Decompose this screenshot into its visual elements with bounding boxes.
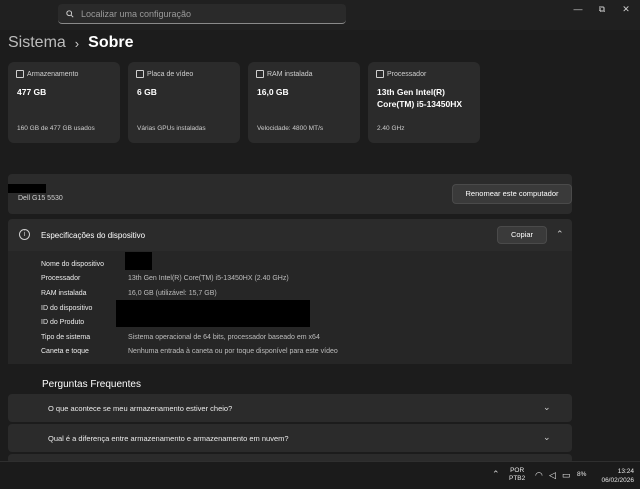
breadcrumb-sistema[interactable]: Sistema: [8, 34, 66, 52]
search-input[interactable]: Localizar uma configuração: [81, 9, 191, 19]
card-footer: 160 GB de 477 GB usados: [17, 125, 95, 132]
ram-icon: [256, 70, 264, 78]
specs-title: Especificações do dispositivo: [41, 231, 146, 240]
chevron-up-icon[interactable]: ⌃: [556, 229, 564, 240]
rename-computer-button[interactable]: Renomear este computador: [452, 184, 572, 204]
gpu-card[interactable]: Placa de vídeo 6 GB Várias GPUs instalad…: [128, 62, 240, 143]
faq-item[interactable]: Qual é a diferença entre armazenamento e…: [8, 424, 572, 452]
ram-card[interactable]: RAM instalada 16,0 GB Velocidade: 4800 M…: [248, 62, 360, 143]
device-name-panel: Dell G15 5530 Renomear este computador: [8, 174, 572, 214]
card-label: RAM instalada: [267, 71, 313, 78]
spec-key: Tipo de sistema: [41, 334, 91, 341]
spec-key: Caneta e toque: [41, 348, 89, 355]
keyboard-layout: PTB2: [509, 475, 526, 482]
chevron-down-icon[interactable]: ⌄: [543, 432, 551, 443]
card-value: 16,0 GB: [257, 87, 289, 97]
battery-icon[interactable]: ▭: [562, 470, 571, 481]
card-footer: 2.40 GHz: [377, 125, 405, 132]
cpu-card[interactable]: Processador 13th Gen Intel(R) Core(TM) i…: [368, 62, 480, 143]
device-specs-list: Nome do dispositivo Processador 13th Gen…: [8, 251, 572, 364]
copy-button[interactable]: Copiar: [497, 226, 547, 244]
card-footer: Várias GPUs instaladas: [137, 125, 206, 132]
card-value: 13th Gen Intel(R) Core(TM) i5-13450HX: [377, 87, 463, 109]
show-hidden-icons-icon[interactable]: ⌃: [492, 469, 500, 480]
wifi-icon[interactable]: ◠: [535, 470, 543, 481]
spec-value: 13th Gen Intel(R) Core(TM) i5-13450HX (2…: [128, 275, 289, 282]
gpu-icon: [136, 70, 144, 78]
breadcrumb-separator: ›: [74, 35, 80, 51]
spec-key: ID do dispositivo: [41, 305, 93, 312]
redacted-device-name: [8, 184, 46, 193]
card-label: Placa de vídeo: [147, 71, 194, 78]
redacted-device-name-value: [125, 252, 152, 270]
card-label: Armazenamento: [27, 71, 79, 78]
date: 06/02/2026: [601, 477, 634, 484]
cpu-icon: [376, 70, 384, 78]
storage-card[interactable]: Armazenamento 477 GB 160 GB de 477 GB us…: [8, 62, 120, 143]
faq-question: O que acontece se meu armazenamento esti…: [48, 404, 233, 413]
volume-icon[interactable]: ◁: [549, 470, 556, 481]
battery-percent: 8%: [577, 471, 587, 478]
language-indicator[interactable]: POR PTB2: [509, 467, 525, 483]
clock[interactable]: 13:24 06/02/2026: [596, 467, 634, 485]
spec-key: ID do Produto: [41, 319, 85, 326]
device-model: Dell G15 5530: [18, 195, 63, 202]
spec-value: Nenhuma entrada à caneta ou por toque di…: [128, 348, 338, 355]
card-label: Processador: [387, 71, 427, 78]
breadcrumb: Sistema › Sobre: [8, 34, 133, 52]
taskbar: ⌃ POR PTB2 ◠ ◁ ▭ 8% 13:24 06/02/2026: [0, 461, 640, 489]
close-button[interactable]: ✕: [612, 2, 640, 16]
language-code: POR: [510, 467, 525, 474]
card-value: 6 GB: [137, 87, 157, 97]
chevron-down-icon[interactable]: ⌄: [543, 402, 551, 413]
spec-key: Processador: [41, 275, 81, 282]
card-value: 477 GB: [17, 87, 47, 97]
spec-key: Nome do dispositivo: [41, 261, 105, 268]
faq-title: Perguntas Frequentes: [42, 379, 141, 390]
title-bar: Localizar uma configuração — ⧉ ✕: [0, 0, 640, 30]
search-box[interactable]: Localizar uma configuração: [58, 4, 346, 24]
card-footer: Velocidade: 4800 MT/s: [257, 125, 324, 132]
time: 13:24: [617, 468, 634, 475]
spec-key: RAM instalada: [41, 290, 87, 297]
spec-value: 16,0 GB (utilizável: 15,7 GB): [128, 290, 217, 297]
redacted-ids: [116, 300, 310, 327]
faq-item[interactable]: O que acontece se meu armazenamento esti…: [8, 394, 572, 422]
storage-icon: [16, 70, 24, 78]
faq-question: Qual é a diferença entre armazenamento e…: [48, 434, 289, 443]
page-title: Sobre: [88, 34, 134, 51]
search-icon: [66, 9, 74, 18]
device-specs-header[interactable]: i Especificações do dispositivo Copiar ⌃: [8, 219, 572, 251]
info-icon: i: [19, 229, 30, 240]
spec-value: Sistema operacional de 64 bits, processa…: [128, 334, 320, 341]
